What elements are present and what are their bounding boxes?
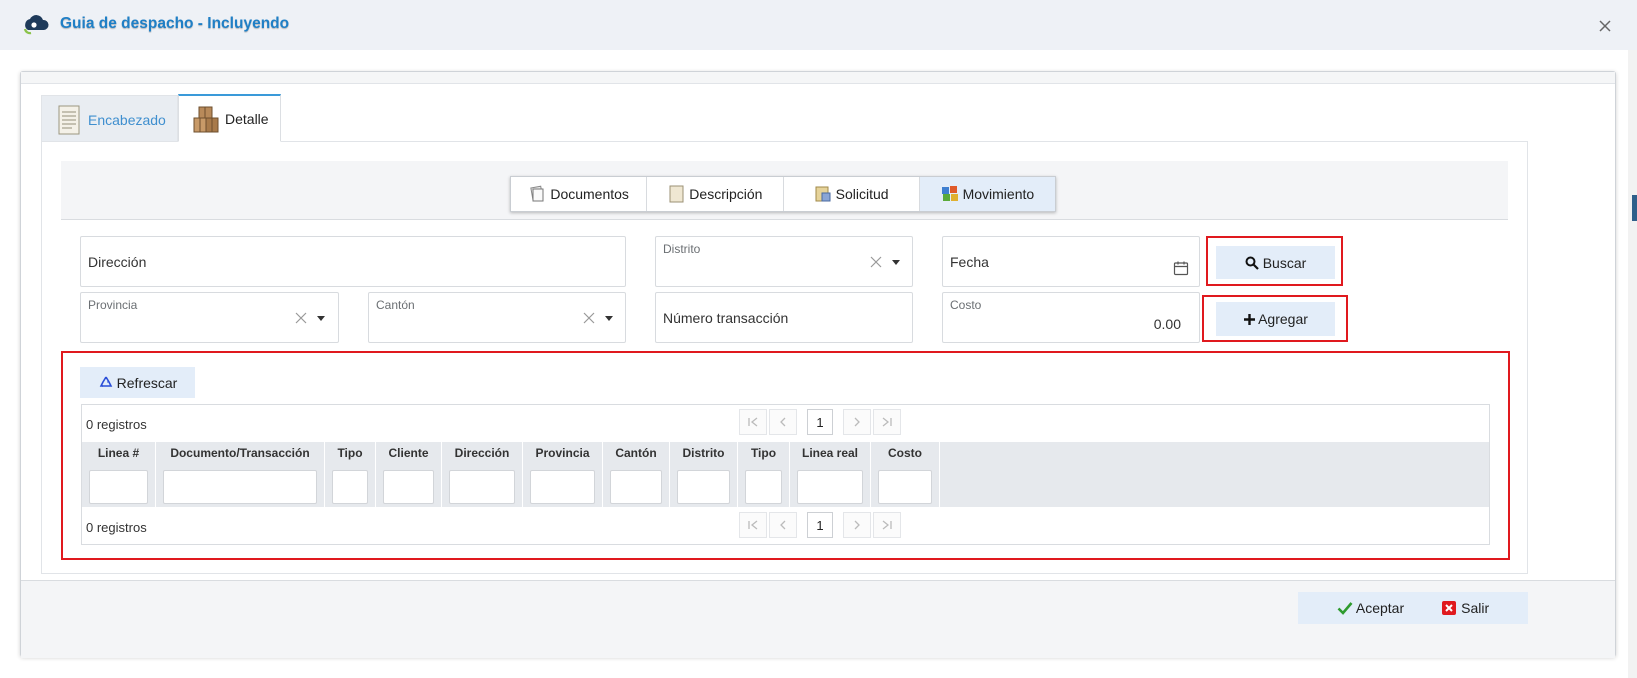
salir-button[interactable]: Salir	[1442, 600, 1489, 616]
description-icon	[669, 185, 684, 203]
distrito-label: Distrito	[663, 242, 701, 256]
cloud-logo-icon	[23, 15, 49, 35]
chevron-down-icon[interactable]	[317, 316, 325, 321]
dialog: Encabezado Detalle Documentos Descripció…	[20, 71, 1616, 658]
subtab-solicitud-label: Solicitud	[835, 186, 889, 202]
close-icon[interactable]	[1595, 16, 1615, 36]
subtabs-strip: Documentos Descripción Solicitud Movimie…	[61, 161, 1508, 220]
costo-label: Costo	[950, 298, 982, 312]
detalle-panel: Documentos Descripción Solicitud Movimie…	[41, 141, 1528, 574]
chevron-down-icon[interactable]	[892, 260, 900, 265]
footer-button-group: Aceptar Salir	[1298, 592, 1528, 624]
documents-icon	[530, 185, 544, 202]
canton-select[interactable]: Cantón	[368, 292, 626, 343]
provincia-select[interactable]: Provincia	[80, 292, 339, 343]
clear-icon[interactable]	[582, 311, 596, 325]
close-box-icon	[1442, 601, 1457, 615]
distrito-select[interactable]: Distrito	[655, 236, 913, 287]
subtab-descripcion-label: Descripción	[689, 186, 763, 202]
subtab-group: Documentos Descripción Solicitud Movimie…	[510, 176, 1056, 212]
dialog-footer: Aceptar Salir	[21, 580, 1615, 658]
salir-label: Salir	[1461, 600, 1490, 616]
chevron-down-icon[interactable]	[605, 316, 613, 321]
grid-highlight	[61, 351, 1510, 560]
costo-field[interactable]: Costo 0.00	[942, 292, 1200, 343]
tab-encabezado[interactable]: Encabezado	[41, 95, 178, 143]
subtab-documentos-label: Documentos	[550, 186, 629, 202]
document-icon	[58, 105, 80, 134]
subtab-documentos[interactable]: Documentos	[511, 177, 648, 211]
subtab-solicitud[interactable]: Solicitud	[783, 177, 920, 211]
fecha-label: Fecha	[950, 254, 989, 270]
boxes-icon	[193, 106, 219, 132]
check-icon	[1337, 602, 1353, 615]
subtab-movimiento-label: Movimiento	[962, 186, 1035, 202]
dialog-header-strip	[21, 72, 1615, 84]
calendar-icon[interactable]	[1173, 260, 1189, 276]
numero-transaccion-label: Número transacción	[663, 310, 789, 326]
direccion-field[interactable]: Dirección	[80, 236, 626, 287]
request-icon	[815, 186, 831, 202]
subtab-descripcion[interactable]: Descripción	[647, 177, 784, 211]
direccion-label: Dirección	[88, 254, 147, 270]
aceptar-label: Aceptar	[1355, 600, 1405, 616]
agregar-highlight	[1202, 295, 1348, 342]
subtab-movimiento[interactable]: Movimiento	[919, 177, 1055, 211]
tab-detalle[interactable]: Detalle	[178, 94, 281, 142]
clear-icon[interactable]	[869, 255, 883, 269]
scrollbar-strip	[1628, 50, 1637, 678]
clear-icon[interactable]	[294, 311, 308, 325]
aceptar-button[interactable]: Aceptar	[1337, 600, 1404, 616]
title-bar: Guia de despacho - Incluyendo	[0, 0, 1637, 50]
provincia-label: Provincia	[88, 298, 138, 312]
fecha-field[interactable]: Fecha	[942, 236, 1200, 287]
tab-encabezado-label: Encabezado	[88, 111, 166, 128]
tab-detalle-label: Detalle	[225, 110, 269, 127]
costo-value: 0.00	[1153, 316, 1181, 332]
canton-label: Cantón	[376, 298, 415, 312]
movement-icon	[941, 186, 958, 201]
buscar-highlight	[1206, 236, 1343, 286]
scrollbar-accent	[1632, 195, 1637, 221]
numero-transaccion-field[interactable]: Número transacción	[655, 292, 913, 343]
window-title: Guia de despacho - Incluyendo	[60, 15, 290, 32]
